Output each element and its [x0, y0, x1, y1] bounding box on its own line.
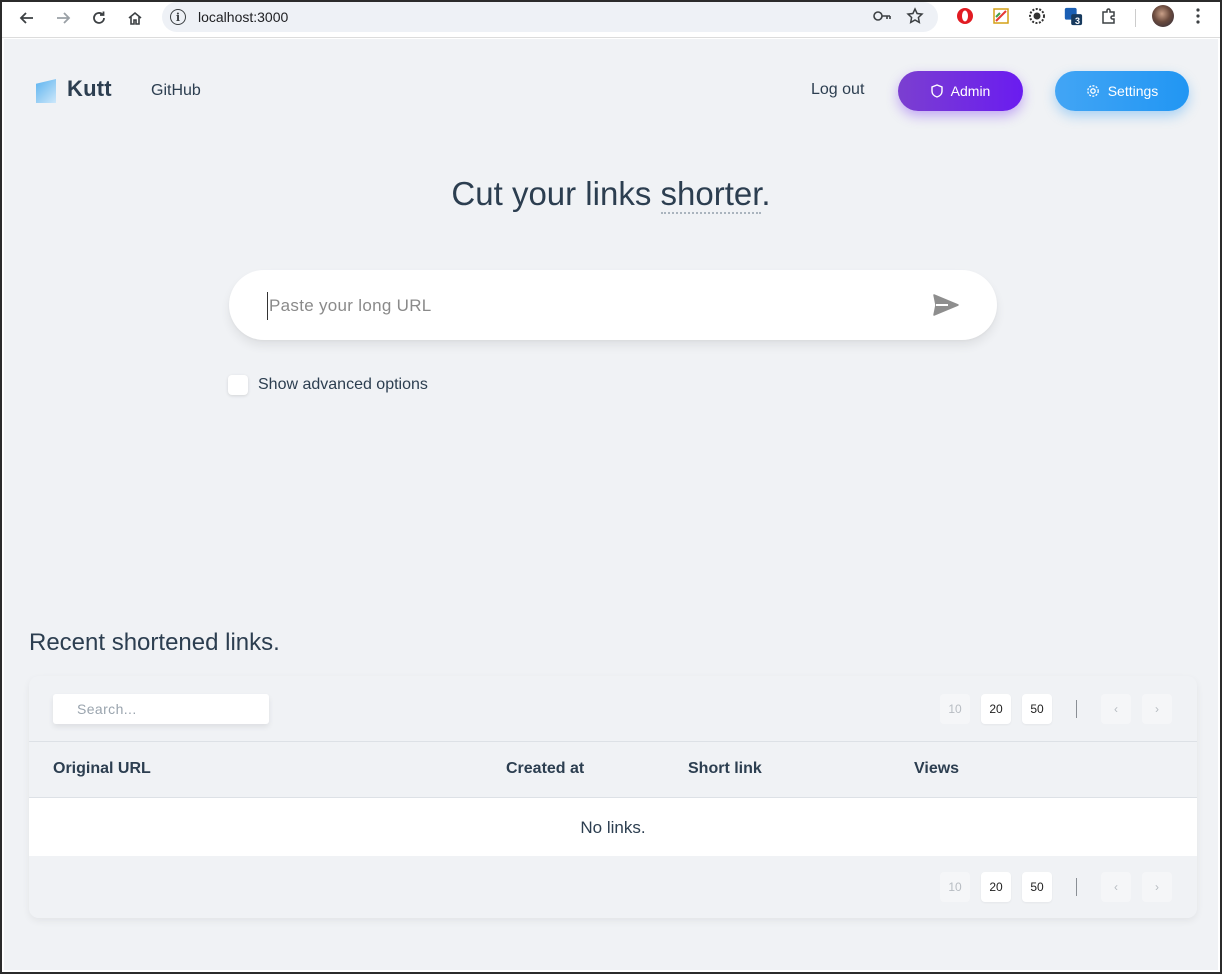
- settings-button[interactable]: Settings: [1055, 71, 1189, 111]
- address-bar[interactable]: i localhost:3000: [162, 2, 938, 32]
- brand-name[interactable]: Kutt: [67, 76, 112, 102]
- next-page-button-top[interactable]: ›: [1142, 694, 1172, 724]
- headline-end: .: [761, 175, 771, 212]
- column-views: Views: [914, 760, 960, 777]
- search-input[interactable]: [53, 694, 269, 724]
- gear-icon: [1086, 85, 1099, 97]
- headline-start: Cut your links: [451, 175, 661, 212]
- key-icon[interactable]: [872, 7, 892, 30]
- pagination-divider: [1076, 700, 1077, 718]
- star-icon[interactable]: [906, 7, 924, 30]
- kebab-menu-icon[interactable]: [1188, 6, 1208, 26]
- table-header: Original URL Created at Short link Views: [29, 741, 1197, 798]
- next-page-button-bottom[interactable]: ›: [1142, 872, 1172, 902]
- page: Kutt GitHub Log out Admin Settings Cut y…: [4, 39, 1218, 970]
- tab-counter-extension-icon[interactable]: 3: [1063, 6, 1083, 26]
- github-link[interactable]: GitHub: [151, 82, 201, 100]
- gear-extension-icon[interactable]: [1027, 6, 1047, 26]
- color-extension-icon[interactable]: [991, 6, 1011, 26]
- url-text[interactable]: localhost:3000: [198, 9, 288, 25]
- send-icon[interactable]: [931, 290, 961, 320]
- reload-icon[interactable]: [85, 4, 113, 32]
- browser-toolbar: i localhost:3000 3: [0, 0, 1222, 38]
- column-original-url: Original URL: [53, 760, 151, 777]
- kutt-logo-icon[interactable]: [36, 79, 56, 103]
- page-size-50-bottom[interactable]: 50: [1022, 872, 1052, 902]
- page-size-10-top[interactable]: 10: [940, 694, 970, 724]
- prev-page-button-top[interactable]: ‹: [1101, 694, 1131, 724]
- table-body: No links.: [29, 798, 1197, 856]
- links-table: 10 20 50 ‹ › Original URL Created at Sho…: [29, 676, 1197, 918]
- extension-badge: 3: [1075, 16, 1081, 26]
- page-size-10-bottom[interactable]: 10: [940, 872, 970, 902]
- prev-page-button-bottom[interactable]: ‹: [1101, 872, 1131, 902]
- column-created-at: Created at: [506, 760, 585, 777]
- page-size-50-top[interactable]: 50: [1022, 694, 1052, 724]
- info-icon[interactable]: i: [170, 9, 186, 25]
- advanced-options-label[interactable]: Show advanced options: [258, 376, 428, 394]
- back-icon[interactable]: [13, 4, 41, 32]
- opera-extension-icon[interactable]: [955, 6, 975, 26]
- table-footer: 10 20 50 ‹ ›: [29, 856, 1197, 918]
- page-size-20-bottom[interactable]: 20: [981, 872, 1011, 902]
- forward-icon[interactable]: [49, 4, 77, 32]
- long-url-input[interactable]: [267, 292, 907, 320]
- toolbar-divider: [1135, 9, 1136, 27]
- logout-link[interactable]: Log out: [811, 81, 864, 99]
- advanced-options-checkbox[interactable]: [228, 375, 248, 395]
- puzzle-icon[interactable]: [1099, 6, 1119, 26]
- home-icon[interactable]: [121, 4, 149, 32]
- profile-avatar[interactable]: [1152, 5, 1174, 27]
- settings-button-label: Settings: [1107, 83, 1159, 99]
- page-headline: Cut your links shorter.: [4, 175, 1218, 214]
- recent-links-title: Recent shortened links.: [29, 629, 280, 656]
- admin-button[interactable]: Admin: [898, 71, 1023, 111]
- shield-icon: [930, 84, 943, 98]
- admin-button-label: Admin: [950, 83, 991, 99]
- page-size-20-top[interactable]: 20: [981, 694, 1011, 724]
- pagination-divider: [1076, 878, 1077, 896]
- shorten-form: [229, 270, 997, 340]
- empty-state-message: No links.: [580, 818, 646, 837]
- column-short-link: Short link: [688, 760, 762, 777]
- headline-highlight: shorter: [660, 175, 762, 214]
